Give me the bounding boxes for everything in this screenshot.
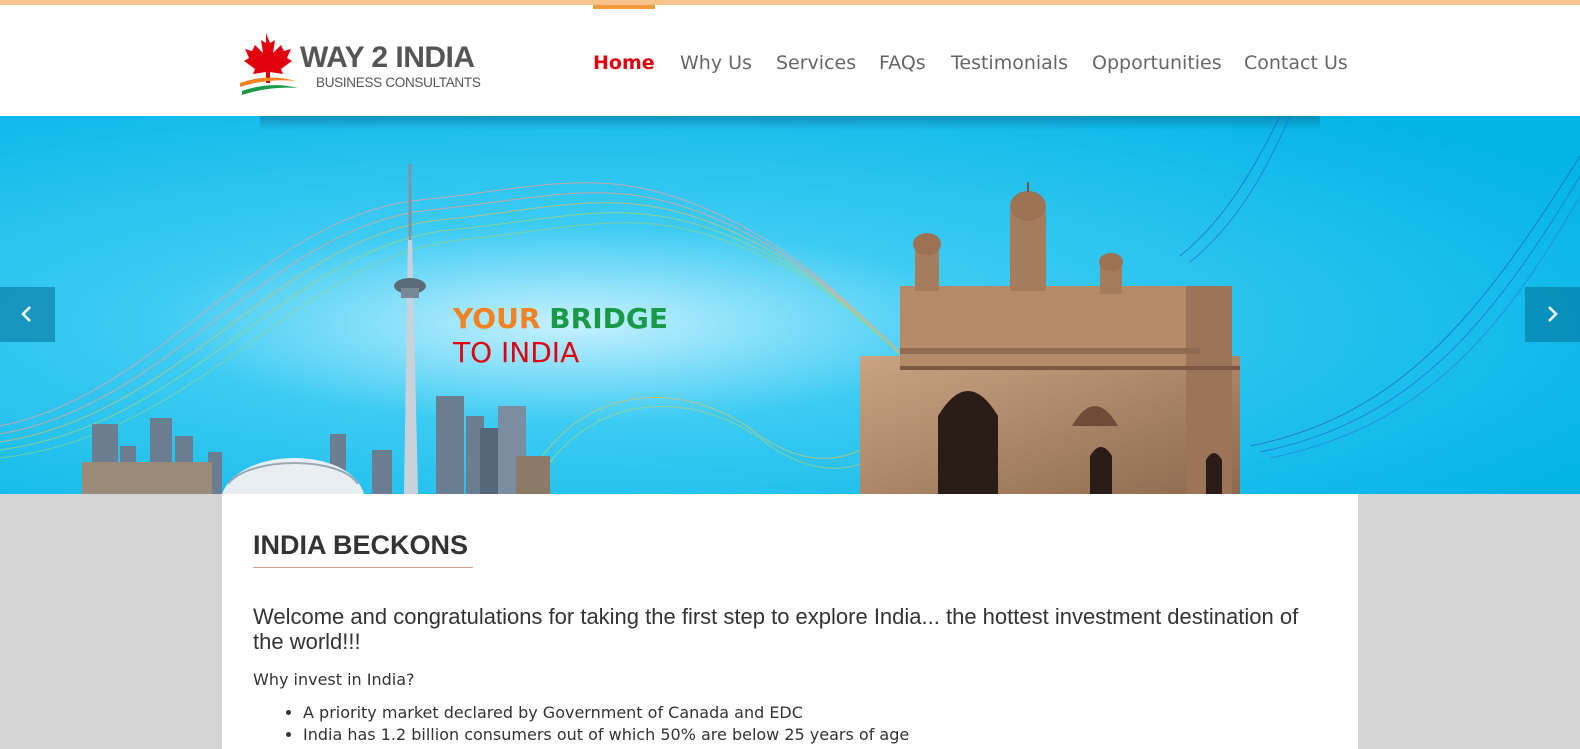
nav-services[interactable]: Services bbox=[776, 54, 856, 73]
hero-slider: YOUR BRIDGE TO INDIA bbox=[0, 116, 1580, 494]
tagline-to-india: TO INDIA bbox=[453, 335, 580, 369]
heading-underline bbox=[253, 567, 473, 568]
hero-tagline: YOUR BRIDGE TO INDIA bbox=[453, 302, 668, 369]
nav-contact-us[interactable]: Contact Us bbox=[1244, 54, 1348, 73]
site-header: WAY 2 INDIA BUSINESS CONSULTANTS Home Wh… bbox=[0, 5, 1580, 116]
hero-banner-image bbox=[0, 116, 1580, 494]
list-item: A priority market declared by Government… bbox=[303, 702, 909, 724]
reasons-list: A priority market declared by Government… bbox=[253, 702, 909, 746]
nav-testimonials[interactable]: Testimonials bbox=[951, 54, 1068, 73]
main-content: INDIA BECKONS Welcome and congratulation… bbox=[222, 494, 1358, 749]
nav-active-indicator bbox=[593, 5, 655, 9]
tagline-bridge: BRIDGE bbox=[549, 302, 668, 335]
nav-faqs[interactable]: FAQs bbox=[879, 54, 926, 73]
why-invest-label: Why invest in India? bbox=[253, 670, 415, 689]
chevron-left-icon bbox=[21, 306, 31, 322]
welcome-lead-text: Welcome and congratulations for taking t… bbox=[253, 604, 1299, 654]
chevron-right-icon bbox=[1548, 306, 1558, 322]
main-nav: Home Why Us Services FAQs Testimonials O… bbox=[0, 5, 1580, 116]
section-heading: INDIA BECKONS bbox=[253, 530, 469, 560]
nav-opportunities[interactable]: Opportunities bbox=[1092, 54, 1222, 73]
slider-next-button[interactable] bbox=[1525, 287, 1580, 342]
nav-home[interactable]: Home bbox=[593, 54, 655, 73]
list-item: India has 1.2 billion consumers out of w… bbox=[303, 724, 909, 746]
slider-prev-button[interactable] bbox=[0, 287, 55, 342]
tagline-your: YOUR bbox=[453, 302, 541, 335]
nav-why-us[interactable]: Why Us bbox=[680, 54, 752, 73]
